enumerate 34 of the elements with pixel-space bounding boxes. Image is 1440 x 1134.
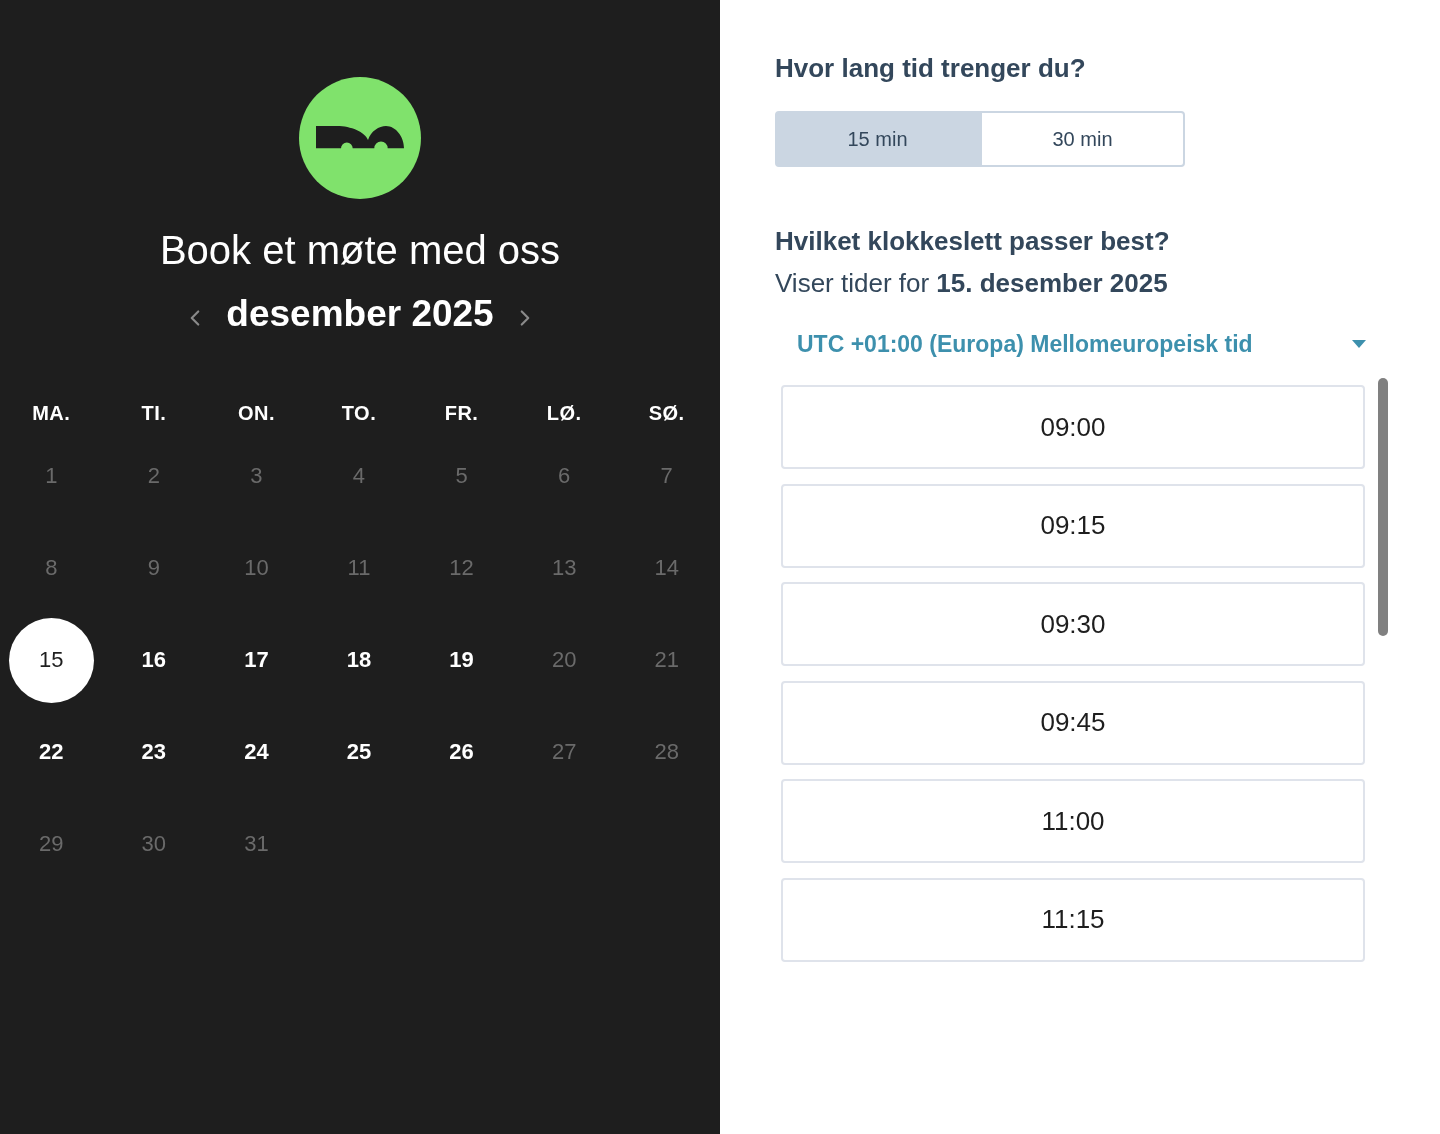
booking-title: Book et møte med oss — [159, 227, 561, 274]
weekday-label: TI. — [141, 401, 167, 425]
time-slot-button[interactable]: 09:15 — [781, 483, 1365, 568]
duration-heading: Hvor lang tid trenger du? — [775, 52, 1086, 85]
calendar-day[interactable]: 17 — [244, 647, 269, 673]
calendar-day[interactable]: 25 — [346, 739, 372, 765]
calendar-day[interactable]: 23 — [141, 739, 167, 765]
weekday-label: TO. — [341, 401, 377, 425]
calendar-day[interactable]: 16 — [141, 647, 167, 673]
month-label: desember 2025 — [226, 292, 494, 336]
weekday-label: SØ. — [648, 401, 685, 425]
calendar-day[interactable]: 19 — [449, 647, 474, 673]
time-slot-button[interactable]: 09:45 — [781, 680, 1365, 765]
weekday-label: MA. — [32, 401, 71, 425]
caret-down-icon — [1352, 340, 1366, 348]
calendar-day[interactable]: 26 — [449, 739, 474, 765]
weekday-label: LØ. — [546, 401, 582, 425]
date-subtitle: Viser tider for 15. desember 2025 — [775, 267, 1168, 300]
calendar-day[interactable]: 15 — [8, 617, 94, 703]
timezone-dropdown[interactable]: UTC +01:00 (Europa) Mellomeuropeisk tid — [775, 324, 1372, 364]
duration-option[interactable]: 15 min — [775, 111, 980, 167]
time-slot-button[interactable]: 09:00 — [781, 385, 1365, 469]
duration-option[interactable]: 30 min — [980, 111, 1185, 167]
scrollbar-thumb[interactable] — [1378, 378, 1388, 636]
time-slot-button[interactable]: 11:00 — [781, 779, 1365, 863]
logo-icon — [299, 77, 421, 199]
weekday-label: FR. — [444, 401, 479, 425]
calendar-day[interactable]: 24 — [244, 739, 269, 765]
time-slot-button[interactable]: 11:15 — [781, 877, 1365, 962]
weekday-label: ON. — [237, 401, 275, 425]
calendar-day[interactable]: 18 — [346, 647, 372, 673]
time-slot-button[interactable]: 09:30 — [781, 582, 1365, 666]
time-heading: Hvilket klokkeslett passer best? — [775, 225, 1170, 258]
calendar-day[interactable]: 22 — [39, 739, 64, 765]
